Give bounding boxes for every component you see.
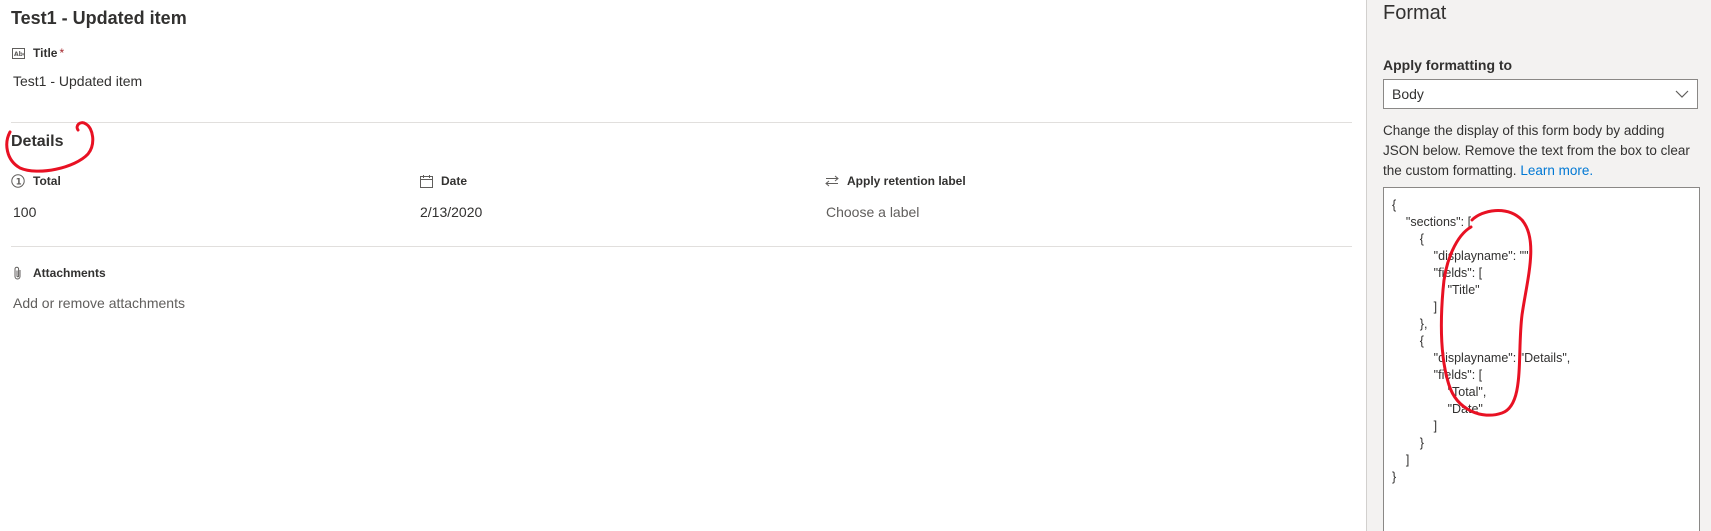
divider — [11, 122, 1352, 123]
total-field-value[interactable]: 100 — [13, 204, 36, 220]
apply-formatting-dropdown[interactable]: Body — [1383, 79, 1698, 109]
details-section-heading: Details — [11, 133, 64, 150]
title-field-value[interactable]: Test1 - Updated item — [13, 73, 142, 89]
required-marker: * — [59, 46, 65, 60]
json-editor[interactable]: { "sections": [ { "displayname": "", "fi… — [1383, 187, 1700, 531]
form-panel: Test1 - Updated item Abc Title * Test1 -… — [0, 0, 1366, 531]
calendar-icon — [419, 174, 433, 188]
format-description: Change the display of this form body by … — [1383, 123, 1690, 178]
paperclip-icon — [11, 266, 25, 280]
chevron-down-icon — [1675, 90, 1689, 98]
arrows-swap-icon — [825, 174, 839, 188]
title-field-label: Abc Title * — [11, 46, 64, 60]
date-field-label: Date — [419, 174, 467, 188]
form-title: Test1 - Updated item — [11, 8, 187, 28]
total-field-label: 1 Total — [11, 174, 61, 188]
apply-formatting-label: Apply formatting to — [1383, 57, 1513, 73]
format-pane-title: Format — [1383, 2, 1447, 24]
learn-more-link[interactable]: Learn more. — [1520, 163, 1593, 178]
retention-label-field-value[interactable]: Choose a label — [826, 204, 919, 220]
date-field-value[interactable]: 2/13/2020 — [420, 204, 482, 220]
format-pane: Format Apply formatting to Body Change t… — [1366, 0, 1711, 531]
svg-text:1: 1 — [16, 177, 22, 187]
text-field-icon: Abc — [11, 46, 25, 60]
json-editor-text: { "sections": [ { "displayname": "", "fi… — [1392, 198, 1571, 484]
svg-text:Abc: Abc — [14, 51, 25, 58]
retention-label-field-label: Apply retention label — [825, 174, 966, 188]
attachments-field-label: Attachments — [11, 266, 106, 280]
dropdown-selected-value: Body — [1392, 86, 1424, 102]
attachments-action[interactable]: Add or remove attachments — [13, 295, 185, 311]
number-circle-icon: 1 — [11, 174, 25, 188]
divider — [11, 246, 1352, 247]
